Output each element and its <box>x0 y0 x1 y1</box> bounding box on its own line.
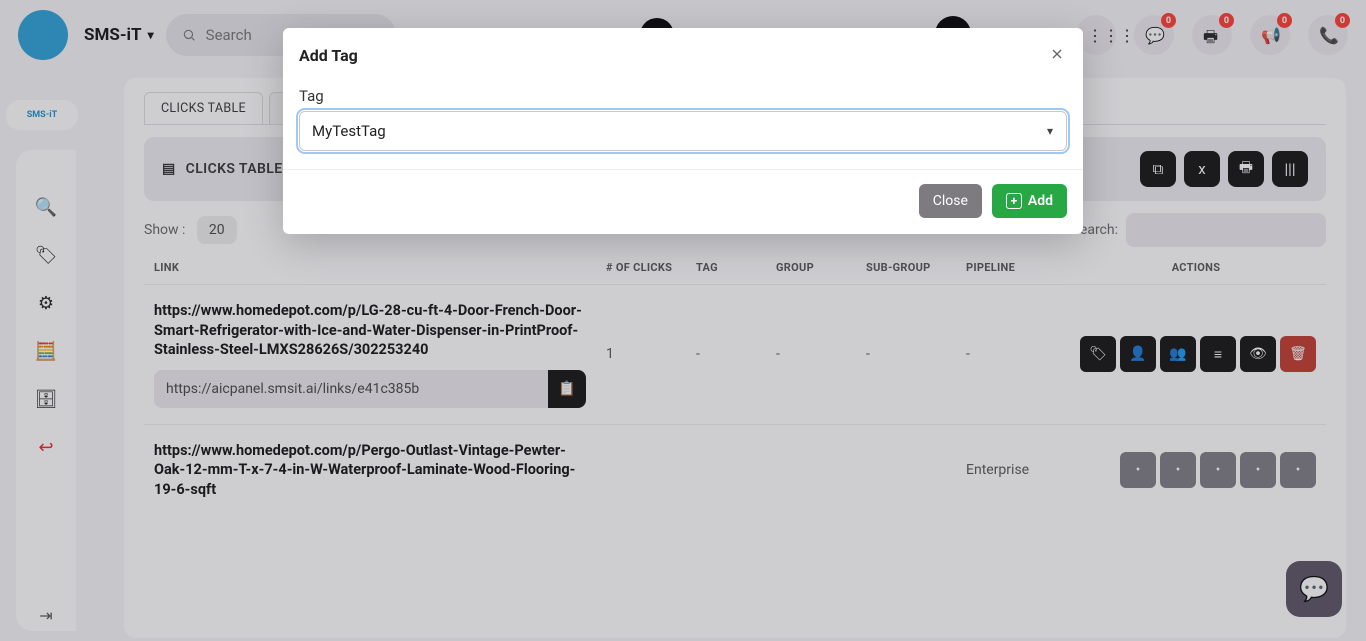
divider <box>283 169 1083 170</box>
modal-title: Add Tag <box>299 46 1067 65</box>
plus-icon: + <box>1006 193 1022 209</box>
modal-add-button[interactable]: + Add <box>992 184 1067 218</box>
tag-select-value: MyTestTag <box>312 122 386 140</box>
tag-select[interactable]: MyTestTag <box>299 111 1067 151</box>
modal-overlay[interactable]: Add Tag Tag MyTestTag ▾ Close + Add <box>0 0 1366 641</box>
tag-field-label: Tag <box>299 87 1067 105</box>
modal-close-action-button[interactable]: Close <box>919 184 982 218</box>
modal-close-button[interactable] <box>1045 42 1069 66</box>
add-tag-modal: Add Tag Tag MyTestTag ▾ Close + Add <box>283 28 1083 234</box>
close-icon <box>1049 46 1065 62</box>
